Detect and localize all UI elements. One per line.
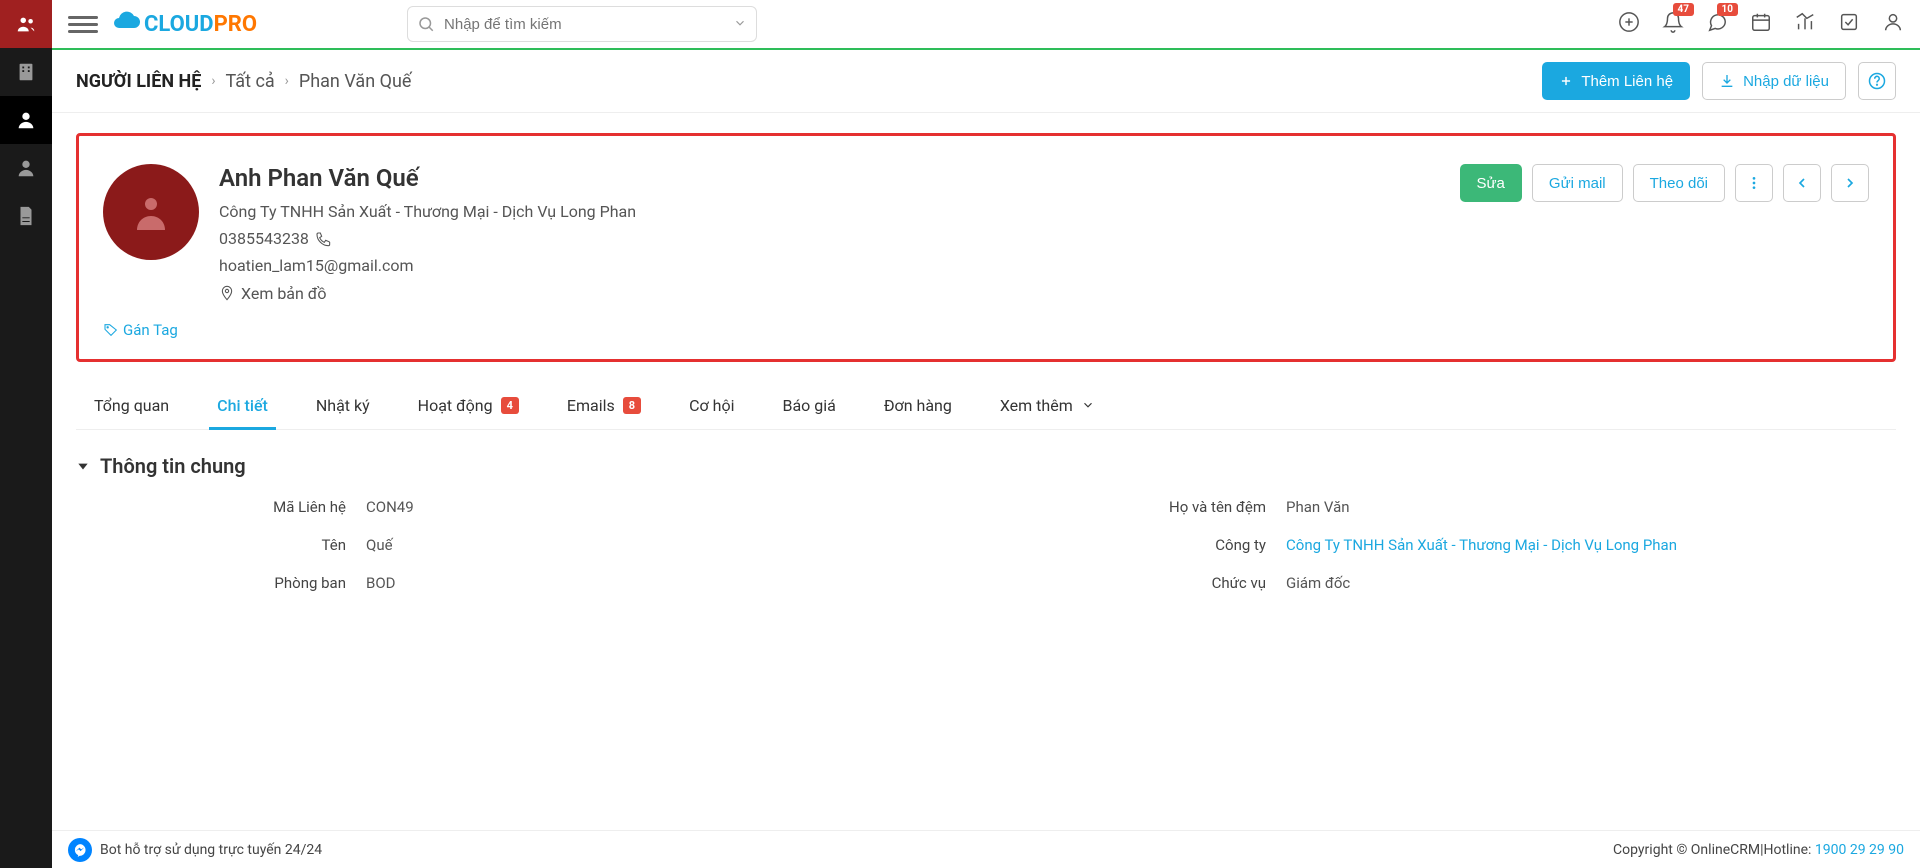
sidebar-item-doc[interactable] [0,192,52,240]
next-button[interactable] [1831,164,1869,202]
download-icon [1719,73,1735,89]
send-mail-button[interactable]: Gửi mail [1532,164,1623,202]
messages-button[interactable]: 10 [1706,11,1728,37]
messenger-icon[interactable] [68,838,92,862]
chevron-down-icon [1081,398,1095,412]
more-vertical-icon [1746,175,1762,191]
sidebar-item-contacts[interactable] [0,0,52,48]
breadcrumb-all[interactable]: Tất cả [226,71,275,92]
calendar-button[interactable] [1750,11,1772,37]
add-contact-button[interactable]: Thêm Liên hệ [1542,62,1690,100]
caret-down-icon [76,459,90,473]
tab-activity[interactable]: Hoạt động4 [410,382,527,429]
add-tag-link[interactable]: Gán Tag [103,321,1869,339]
prev-button[interactable] [1783,164,1821,202]
field-company: Công tyCông Ty TNHH Sản Xuất - Thương Mạ… [1006,536,1886,554]
profile-map-link[interactable]: Xem bản đồ [219,280,1869,307]
chevron-down-icon[interactable] [733,16,747,30]
tab-opportunity[interactable]: Cơ hội [681,382,742,429]
breadcrumb: NGƯỜI LIÊN HỆ › Tất cả › Phan Văn Quế [76,71,411,92]
follow-button[interactable]: Theo dõi [1633,164,1725,202]
sidebar-item-person[interactable] [0,96,52,144]
phone-icon[interactable] [315,231,331,247]
tag-icon [103,322,119,338]
info-grid: Mã Liên hệCON49 Họ và tên đệmPhan Văn Tê… [76,498,1896,592]
sidebar-item-company[interactable] [0,48,52,96]
profile-card: Anh Phan Văn Quế Công Ty TNHH Sản Xuất -… [76,133,1896,362]
profile-button[interactable] [1882,11,1904,37]
person2-icon [15,157,37,179]
help-icon [1868,72,1886,90]
add-button[interactable] [1618,11,1640,37]
notifications-badge: 47 [1673,3,1694,16]
avatar-icon [127,188,175,236]
analytics-button[interactable] [1794,11,1816,37]
search-input[interactable] [407,6,757,42]
import-button[interactable]: Nhập dữ liệu [1702,62,1846,100]
tabs: Tổng quan Chi tiết Nhật ký Hoạt động4 Em… [76,382,1896,430]
profile-company: Công Ty TNHH Sản Xuất - Thương Mại - Dịc… [219,198,1869,225]
breadcrumb-current[interactable]: Phan Văn Quế [299,71,412,92]
profile-phone: 0385543238 [219,225,309,252]
tab-more[interactable]: Xem thêm [992,382,1103,429]
tasks-button[interactable] [1838,11,1860,37]
people-icon [15,13,37,35]
building-icon [15,61,37,83]
footer-copyright: Copyright © OnlineCRM|Hotline: [1613,842,1815,858]
sidebar [0,0,52,868]
edit-button[interactable]: Sửa [1460,164,1522,202]
field-dept: Phòng banBOD [86,574,966,592]
profile-email: hoatien_lam15@gmail.com [219,252,1869,279]
help-button[interactable] [1858,62,1896,100]
document-icon [15,205,37,227]
chevron-right-icon [1842,175,1858,191]
avatar[interactable] [103,164,199,260]
tab-quote[interactable]: Báo giá [774,382,843,429]
tab-order[interactable]: Đơn hàng [876,382,960,429]
tab-emails[interactable]: Emails8 [559,382,649,429]
notifications-button[interactable]: 47 [1662,11,1684,37]
field-lastname: Họ và tên đệmPhan Văn [1006,498,1886,516]
tab-detail[interactable]: Chi tiết [209,382,276,429]
tab-overview[interactable]: Tổng quan [86,382,177,429]
map-pin-icon [219,285,235,301]
search-icon [417,15,435,33]
person-icon [15,109,37,131]
messages-badge: 10 [1717,3,1738,16]
sidebar-item-user2[interactable] [0,144,52,192]
sub-header: NGƯỜI LIÊN HỆ › Tất cả › Phan Văn Quế Th… [52,50,1920,113]
footer-hotline[interactable]: 1900 29 29 90 [1815,842,1904,858]
chevron-left-icon [1794,175,1810,191]
field-position: Chức vụGiám đốc [1006,574,1886,592]
breadcrumb-title[interactable]: NGƯỜI LIÊN HỆ [76,71,201,92]
field-firstname: TênQuế [86,536,966,554]
footer: Bot hỗ trợ sử dụng trực tuyến 24/24 Copy… [52,830,1920,868]
section-general-header[interactable]: Thông tin chung [76,454,1896,478]
more-options-button[interactable] [1735,164,1773,202]
topbar: CLOUDPRO 47 10 [52,0,1920,50]
plus-icon [1559,74,1573,88]
field-code: Mã Liên hệCON49 [86,498,966,516]
tab-journal[interactable]: Nhật ký [308,382,378,429]
footer-bot-text: Bot hỗ trợ sử dụng trực tuyến 24/24 [100,842,322,858]
hamburger-menu[interactable] [68,12,98,36]
cloud-icon [110,10,142,38]
logo[interactable]: CLOUDPRO [110,10,257,38]
